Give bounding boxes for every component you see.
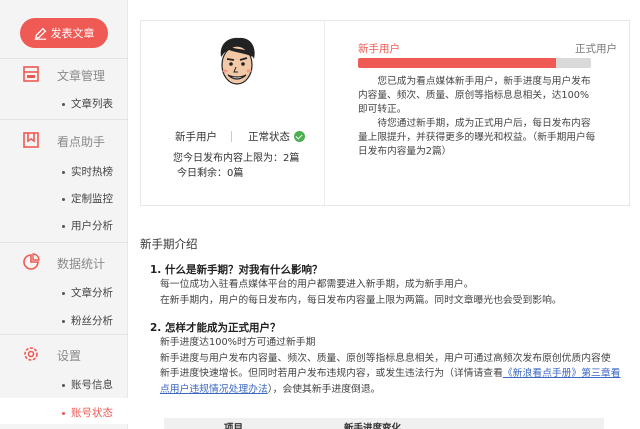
- user-level: 新手用户: [175, 131, 217, 143]
- sidebar: 发表文章 文章管理 文章列表 看点助手 实时热榜 定制监控 用户分析 数据统计 …: [0, 0, 128, 429]
- section-title: 新手期介绍: [140, 237, 198, 251]
- sidebar-item-account-info[interactable]: 账号信息: [62, 377, 113, 392]
- sidebar-item-custom-monitor[interactable]: 定制监控: [62, 191, 113, 206]
- sidebar-item-fans-analysis[interactable]: 粉丝分析: [62, 313, 113, 328]
- sidebar-section-article-management[interactable]: 文章管理: [0, 64, 128, 86]
- sidebar-section-label: 数据统计: [57, 256, 106, 271]
- divider: [0, 334, 128, 335]
- sidebar-section-label: 设置: [57, 348, 82, 363]
- sidebar-item-hot-list[interactable]: 实时热榜: [62, 164, 113, 179]
- divider: [0, 242, 128, 243]
- progress-to-label: 正式用户: [575, 43, 617, 55]
- daily-limit: 您今日发布内容上限为：2篇: [173, 153, 300, 164]
- progress-bar: [358, 58, 591, 68]
- sidebar-section-label: 文章管理: [57, 68, 106, 83]
- faq-answer: 新手进度达100%时方可通过新手期 新手进度与用户发布内容量、频次、质量、原创等…: [160, 337, 621, 395]
- main-content: 新手用户 正常状态 您今日发布内容上限为：2篇 今日剩余：0篇 新手用户 正式用…: [128, 0, 640, 429]
- bookmark-icon: [23, 132, 39, 148]
- faq-question: 1. 什么是新手期？对我有什么影响？: [150, 264, 323, 276]
- sidebar-item-user-analysis[interactable]: 用户分析: [62, 218, 113, 233]
- divider: [0, 58, 128, 59]
- sidebar-section-label: 看点助手: [57, 134, 106, 149]
- publish-label: 发表文章: [50, 27, 95, 40]
- sidebar-item-account-status[interactable]: 账号状态: [62, 405, 113, 420]
- description-paragraph: 待您通过新手期，成为正式用户后，每日发布内容量上限提升，并获得更多的曝光和权益。…: [358, 118, 596, 157]
- gear-icon: [24, 347, 38, 361]
- publish-article-button[interactable]: 发表文章: [20, 18, 108, 48]
- user-status-row: 新手用户 正常状态: [175, 129, 305, 144]
- sidebar-section-settings[interactable]: 设置: [0, 344, 128, 366]
- remaining-count: 今日剩余：0篇: [177, 168, 244, 179]
- faq-answer: 每一位成功入驻看点媒体平台的用户都需要进入新手期，成为新手用户。 在新手期内，用…: [160, 279, 562, 306]
- sidebar-item-article-analysis[interactable]: 文章分析: [62, 285, 113, 300]
- check-circle-icon: [294, 131, 305, 142]
- sidebar-item-article-list[interactable]: 文章列表: [62, 96, 113, 111]
- article-icon: [23, 66, 39, 82]
- table-header-cell: 新手进度变化: [344, 423, 402, 429]
- progress-from-label: 新手用户: [358, 43, 400, 55]
- user-avatar: [220, 37, 255, 85]
- table-header-cell: 项目: [224, 423, 244, 429]
- progress-percent: 85%: [303, 58, 322, 68]
- progress-description: 您已成为看点媒体新手用户，新手进度与用户发布内容量、频次、质量、原创等指标息息相…: [358, 75, 596, 159]
- pie-chart-icon: [23, 253, 40, 270]
- progress-bar-fill: [358, 58, 557, 68]
- sidebar-section-statistics[interactable]: 数据统计: [0, 252, 128, 274]
- edit-icon: [34, 27, 46, 40]
- status-card: 新手用户 正常状态 您今日发布内容上限为：2篇 今日剩余：0篇 新手用户 正式用…: [140, 20, 630, 206]
- description-paragraph: 您已成为看点媒体新手用户，新手进度与用户发布内容量、频次、质量、原创等指标息息相…: [358, 76, 591, 115]
- table-header: 项目 新手进度变化: [164, 418, 604, 429]
- account-status: 正常状态: [248, 131, 290, 143]
- faq-question: 2. 怎样才能成为正式用户？: [150, 322, 281, 334]
- publish-limit-info: 您今日发布内容上限为：2篇 今日剩余：0篇: [173, 151, 299, 181]
- sidebar-section-assistant[interactable]: 看点助手: [0, 130, 128, 152]
- divider: [0, 119, 128, 120]
